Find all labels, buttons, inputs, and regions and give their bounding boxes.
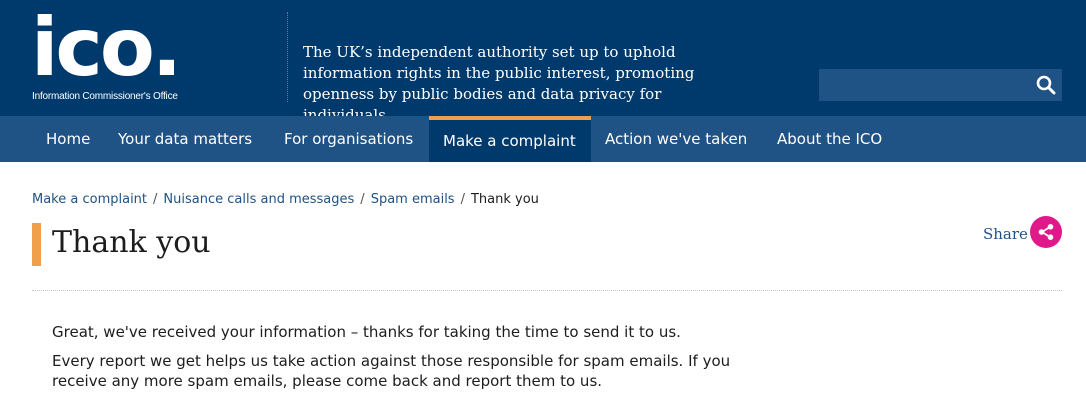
header-tagline: The UK’s independent authority set up to… [303,43,695,124]
confirmation-paragraph: Great, we've received your information –… [52,323,681,341]
nav-item-for-organisations[interactable]: For organisations [270,116,429,162]
search-button[interactable] [1028,69,1062,101]
breadcrumb-current: Thank you [470,192,539,207]
header-divider [287,12,288,102]
nav-item-action-weve-taken[interactable]: Action we've taken [591,116,763,162]
search-box [819,69,1062,101]
ico-logo[interactable]: ico. Information Commissioner's Office [31,8,201,104]
breadcrumb-nuisance-calls[interactable]: Nuisance calls and messages [163,192,354,207]
nav-item-about-the-ico[interactable]: About the ICO [763,116,903,162]
share-icon-circle [1030,216,1062,248]
breadcrumb-separator: / [153,192,158,207]
search-icon [1036,75,1056,95]
main-content: Great, we've received your information –… [52,322,732,400]
info-paragraph: Every report we get helps us take action… [52,352,731,390]
page-title: Thank you [52,225,211,260]
share-icon [1038,224,1054,240]
share-label: Share [983,225,1028,243]
nav-item-make-a-complaint[interactable]: Make a complaint [429,116,591,162]
breadcrumb-separator: / [460,192,465,207]
logo-mark: ico. [31,1,182,94]
search-input[interactable] [819,69,1027,101]
breadcrumb-separator: / [360,192,365,207]
breadcrumb-make-a-complaint[interactable]: Make a complaint [32,192,147,207]
nav-item-home[interactable]: Home [32,116,104,162]
section-divider [32,290,1062,291]
logo-subtitle: Information Commissioner's Office [32,91,178,102]
nav-item-your-data-matters[interactable]: Your data matters [104,116,270,162]
site-header: ico. Information Commissioner's Office T… [0,0,1086,124]
main-nav: Home Your data matters For organisations… [0,116,1086,162]
breadcrumb-spam-emails[interactable]: Spam emails [371,192,455,207]
breadcrumb: Make a complaint / Nuisance calls and mess… [32,192,539,207]
title-accent-bar [32,223,41,266]
